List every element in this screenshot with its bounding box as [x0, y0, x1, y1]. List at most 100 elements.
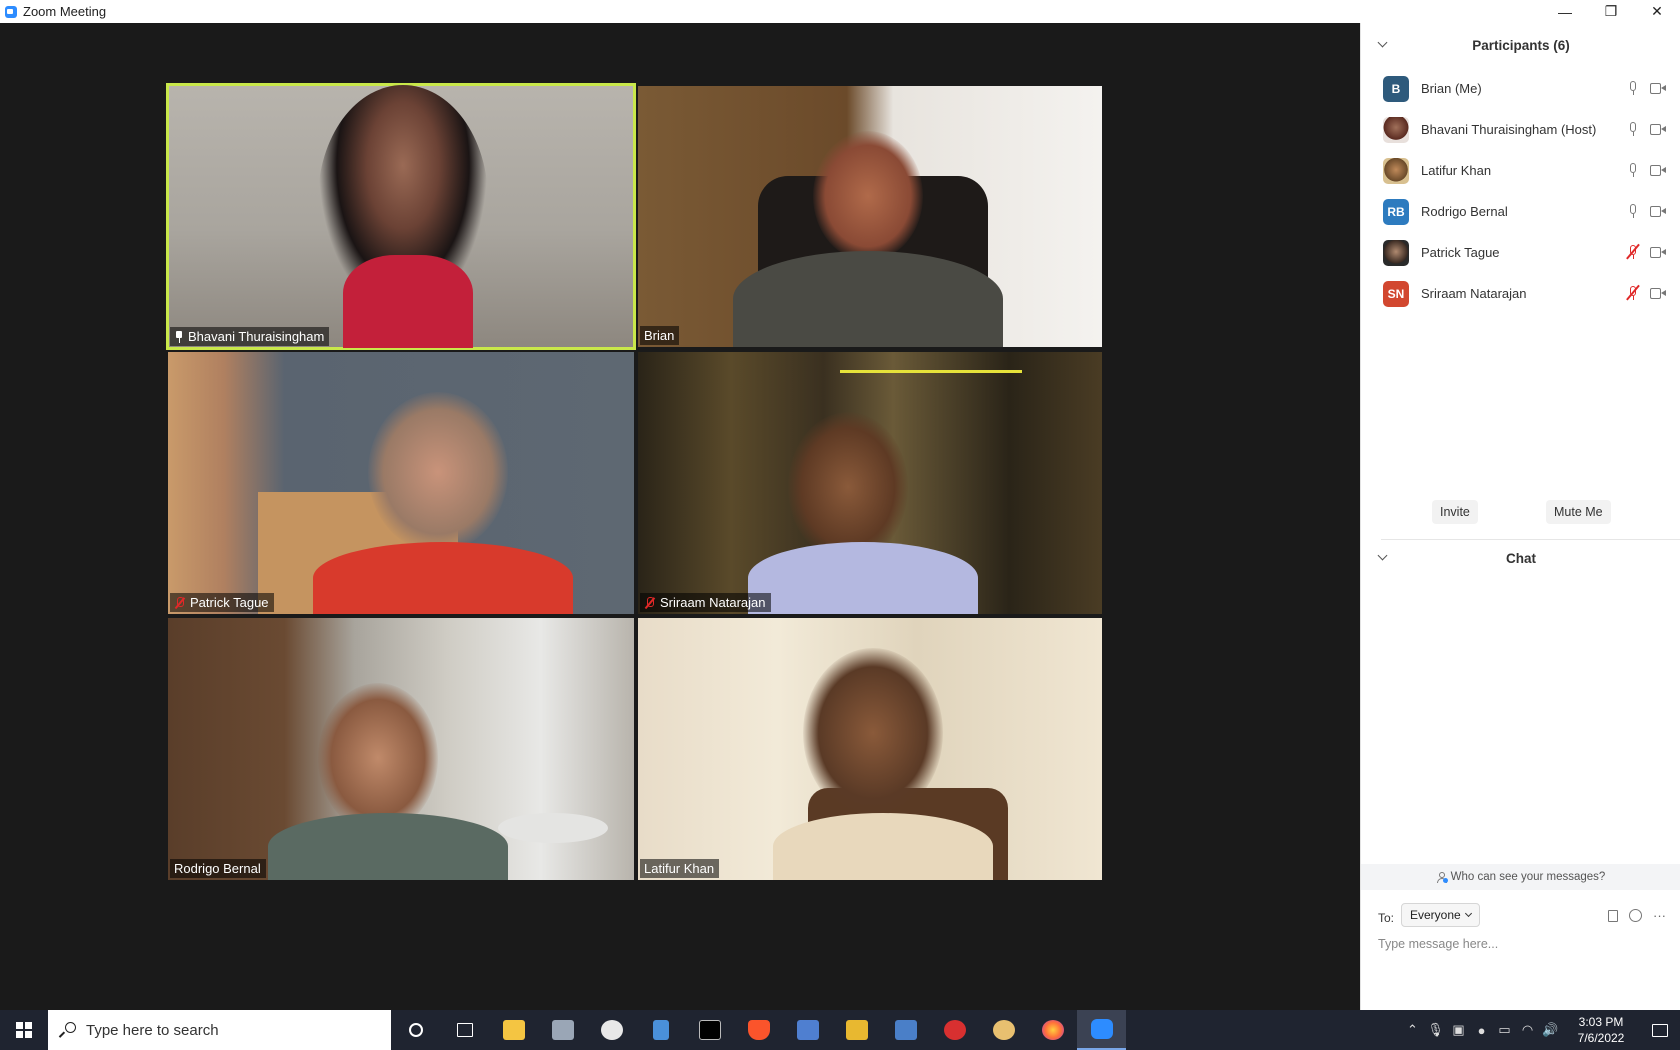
sync-icon[interactable]: ●: [1470, 1010, 1493, 1050]
video-tile-patrick[interactable]: Patrick Tague: [168, 352, 634, 614]
windows-taskbar: ⌃ 🎙 ▣ ● ▭ ◠ 🔊 3:03 PM 7/6/2022: [0, 1010, 1680, 1050]
video-tile-rodrigo[interactable]: Rodrigo Bernal: [168, 618, 634, 880]
close-button[interactable]: ✕: [1634, 0, 1680, 23]
table-shape: [498, 813, 608, 843]
chat-tools: ···: [1608, 908, 1666, 923]
mic-icon[interactable]: [1628, 122, 1638, 137]
system-tray: ⌃ 🎙 ▣ ● ▭ ◠ 🔊 3:03 PM 7/6/2022: [1401, 1010, 1680, 1050]
muted-mic-icon: [174, 596, 186, 609]
search-icon: [58, 1022, 76, 1038]
firefox-icon[interactable]: [1028, 1010, 1077, 1050]
who-can-see-link[interactable]: Who can see your messages?: [1361, 864, 1680, 890]
avatar: [1383, 158, 1409, 184]
mic-icon[interactable]: [1628, 163, 1638, 178]
zoom-taskbar-icon[interactable]: [1077, 1010, 1126, 1050]
who-can-see-text: Who can see your messages?: [1450, 871, 1606, 883]
chevron-up-icon[interactable]: ⌃: [1401, 1010, 1424, 1050]
task-view-icon[interactable]: [440, 1010, 489, 1050]
video-tile-bhavani[interactable]: Bhavani Thuraisingham: [166, 83, 636, 350]
avatar: B: [1383, 76, 1409, 102]
windows-logo-icon: [16, 1022, 32, 1038]
participants-header[interactable]: Participants (6): [1361, 25, 1680, 65]
recipient-select[interactable]: Everyone: [1401, 903, 1480, 927]
tile-name: Sriraam Natarajan: [660, 595, 766, 610]
remote-desktop-icon[interactable]: [783, 1010, 832, 1050]
chat-message-input[interactable]: [1378, 933, 1668, 955]
clock-date: 7/6/2022: [1577, 1031, 1625, 1045]
taskbar-search[interactable]: [48, 1010, 391, 1050]
teams-icon[interactable]: ▣: [1447, 1010, 1470, 1050]
window-controls: — ❐ ✕: [1542, 0, 1680, 23]
mic-icon[interactable]: [1628, 81, 1638, 96]
cortana-icon[interactable]: [391, 1010, 440, 1050]
recipient-value: Everyone: [1410, 908, 1461, 922]
emoji-icon[interactable]: [1629, 909, 1642, 922]
restore-button[interactable]: ❐: [1588, 0, 1634, 23]
participant-row[interactable]: RB Rodrigo Bernal: [1361, 191, 1680, 232]
gallery-view: Bhavani Thuraisingham Brian Patrick Tagu…: [0, 23, 1360, 1010]
tile-name: Patrick Tague: [190, 595, 269, 610]
start-button[interactable]: [0, 1010, 48, 1050]
participant-video: [368, 392, 508, 552]
file-explorer-icon[interactable]: [489, 1010, 538, 1050]
participant-row[interactable]: SN Sriraam Natarajan: [1361, 273, 1680, 314]
tile-nameplate: Rodrigo Bernal: [170, 859, 266, 878]
speedometer-icon[interactable]: [587, 1010, 636, 1050]
character-app-icon[interactable]: [979, 1010, 1028, 1050]
calculator-icon[interactable]: [636, 1010, 685, 1050]
tile-name: Latifur Khan: [644, 861, 715, 876]
shirt-shape: [748, 542, 978, 614]
chevron-down-icon[interactable]: [1377, 37, 1388, 48]
battery-icon[interactable]: ▭: [1493, 1010, 1516, 1050]
file-icon[interactable]: [1608, 909, 1618, 922]
participant-row[interactable]: Patrick Tague: [1361, 232, 1680, 273]
brave-browser-icon[interactable]: [734, 1010, 783, 1050]
terminal-icon[interactable]: [685, 1010, 734, 1050]
participant-row[interactable]: Latifur Khan: [1361, 150, 1680, 191]
more-icon[interactable]: ···: [1653, 908, 1666, 923]
window-title: Zoom Meeting: [23, 4, 107, 19]
muted-mic-icon: [644, 596, 656, 609]
participant-name: Patrick Tague: [1421, 245, 1500, 260]
network-drive-icon[interactable]: [538, 1010, 587, 1050]
taskbar-search-input[interactable]: [86, 1021, 366, 1039]
clock[interactable]: 3:03 PM 7/6/2022: [1562, 1014, 1640, 1046]
video-tile-sriraam[interactable]: Sriraam Natarajan: [638, 352, 1102, 614]
participant-video: [813, 131, 923, 261]
participant-name: Latifur Khan: [1421, 163, 1492, 178]
video-camera-icon[interactable]: [1650, 247, 1666, 258]
chat-header[interactable]: Chat: [1361, 538, 1680, 578]
red-app-icon[interactable]: [930, 1010, 979, 1050]
participant-name: Sriraam Natarajan: [1421, 286, 1527, 301]
chevron-down-icon[interactable]: [1377, 550, 1388, 561]
video-tile-latifur[interactable]: Latifur Khan: [638, 618, 1102, 880]
video-camera-icon[interactable]: [1650, 165, 1666, 176]
clock-time: 3:03 PM: [1578, 1015, 1624, 1029]
shirt-shape: [313, 542, 573, 614]
scarf-shape: [343, 255, 473, 348]
zoom-app-icon: [5, 5, 17, 18]
active-speaker-indicator: [840, 370, 1022, 373]
participant-row[interactable]: B Brian (Me): [1361, 68, 1680, 109]
network-tool-icon[interactable]: [832, 1010, 881, 1050]
mute-me-button[interactable]: Mute Me: [1546, 500, 1611, 524]
video-camera-icon[interactable]: [1650, 124, 1666, 135]
video-camera-icon[interactable]: [1650, 288, 1666, 299]
mic-icon[interactable]: [1628, 204, 1638, 219]
monitor-icon[interactable]: [881, 1010, 930, 1050]
video-camera-icon[interactable]: [1650, 206, 1666, 217]
volume-icon[interactable]: 🔊: [1539, 1010, 1562, 1050]
video-tile-brian[interactable]: Brian: [638, 86, 1102, 347]
microphone-icon[interactable]: 🎙: [1424, 1010, 1447, 1050]
video-camera-icon[interactable]: [1650, 83, 1666, 94]
person-lock-icon: [1436, 871, 1448, 883]
wifi-icon[interactable]: ◠: [1516, 1010, 1539, 1050]
invite-button[interactable]: Invite: [1432, 500, 1478, 524]
minimize-button[interactable]: —: [1542, 0, 1588, 23]
avatar: RB: [1383, 199, 1409, 225]
tile-nameplate: Bhavani Thuraisingham: [170, 327, 330, 346]
tile-nameplate: Latifur Khan: [640, 859, 720, 878]
participant-row[interactable]: Bhavani Thuraisingham (Host): [1361, 109, 1680, 150]
notification-icon[interactable]: [1640, 1010, 1680, 1050]
pin-icon: [174, 330, 184, 343]
